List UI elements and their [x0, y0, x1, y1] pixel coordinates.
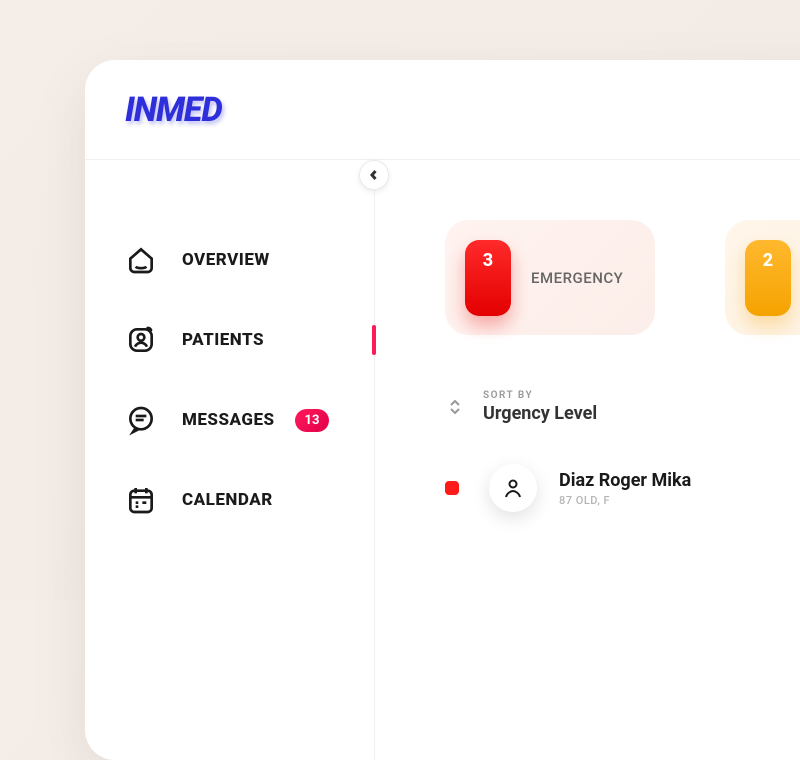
sort-caption: SORT BY	[483, 390, 597, 401]
calendar-icon	[125, 484, 157, 516]
status-count-pill: 3	[465, 240, 511, 316]
patient-meta: 87 OLD, F	[559, 494, 691, 507]
app-window: INMED OVERVIEW PATIENTS MESSAGES 13 C	[85, 60, 800, 760]
sort-value: Urgency Level	[483, 403, 597, 424]
messages-icon	[125, 404, 157, 436]
status-cards: 3 EMERGENCY 2	[445, 220, 800, 335]
status-card-emergency[interactable]: 3 EMERGENCY	[445, 220, 655, 335]
urgency-indicator	[445, 481, 459, 495]
sort-text: SORT BY Urgency Level	[483, 390, 597, 424]
person-icon	[501, 476, 525, 500]
status-count-pill: 2	[745, 240, 791, 316]
chevron-left-icon	[369, 170, 379, 180]
sidebar-item-overview[interactable]: OVERVIEW	[85, 220, 374, 300]
sidebar-item-patients[interactable]: PATIENTS	[85, 300, 374, 380]
sidebar-item-label: CALENDAR	[182, 490, 273, 510]
body: OVERVIEW PATIENTS MESSAGES 13 CALENDAR 3…	[85, 160, 800, 760]
sidebar-item-messages[interactable]: MESSAGES 13	[85, 380, 374, 460]
main-content: 3 EMERGENCY 2 SORT BY Urgency Level	[375, 160, 800, 760]
sidebar-item-calendar[interactable]: CALENDAR	[85, 460, 374, 540]
header: INMED	[85, 60, 800, 160]
sidebar-item-label: PATIENTS	[182, 330, 264, 350]
sidebar: OVERVIEW PATIENTS MESSAGES 13 CALENDAR	[85, 160, 375, 760]
status-card-warning[interactable]: 2	[725, 220, 800, 335]
sort-control[interactable]: SORT BY Urgency Level	[445, 390, 800, 424]
patients-icon	[125, 324, 157, 356]
sidebar-item-label: MESSAGES	[182, 410, 275, 430]
patient-info: Diaz Roger Mika 87 OLD, F	[559, 470, 691, 507]
sidebar-item-label: OVERVIEW	[182, 250, 270, 270]
patient-name: Diaz Roger Mika	[559, 470, 691, 491]
messages-badge: 13	[295, 409, 330, 432]
status-card-label: EMERGENCY	[531, 269, 623, 287]
sort-direction-icon	[445, 395, 465, 419]
home-icon	[125, 244, 157, 276]
patient-row[interactable]: Diaz Roger Mika 87 OLD, F	[445, 464, 800, 512]
patient-avatar	[489, 464, 537, 512]
brand-logo: INMED	[125, 90, 222, 130]
collapse-sidebar-button[interactable]	[359, 160, 389, 190]
